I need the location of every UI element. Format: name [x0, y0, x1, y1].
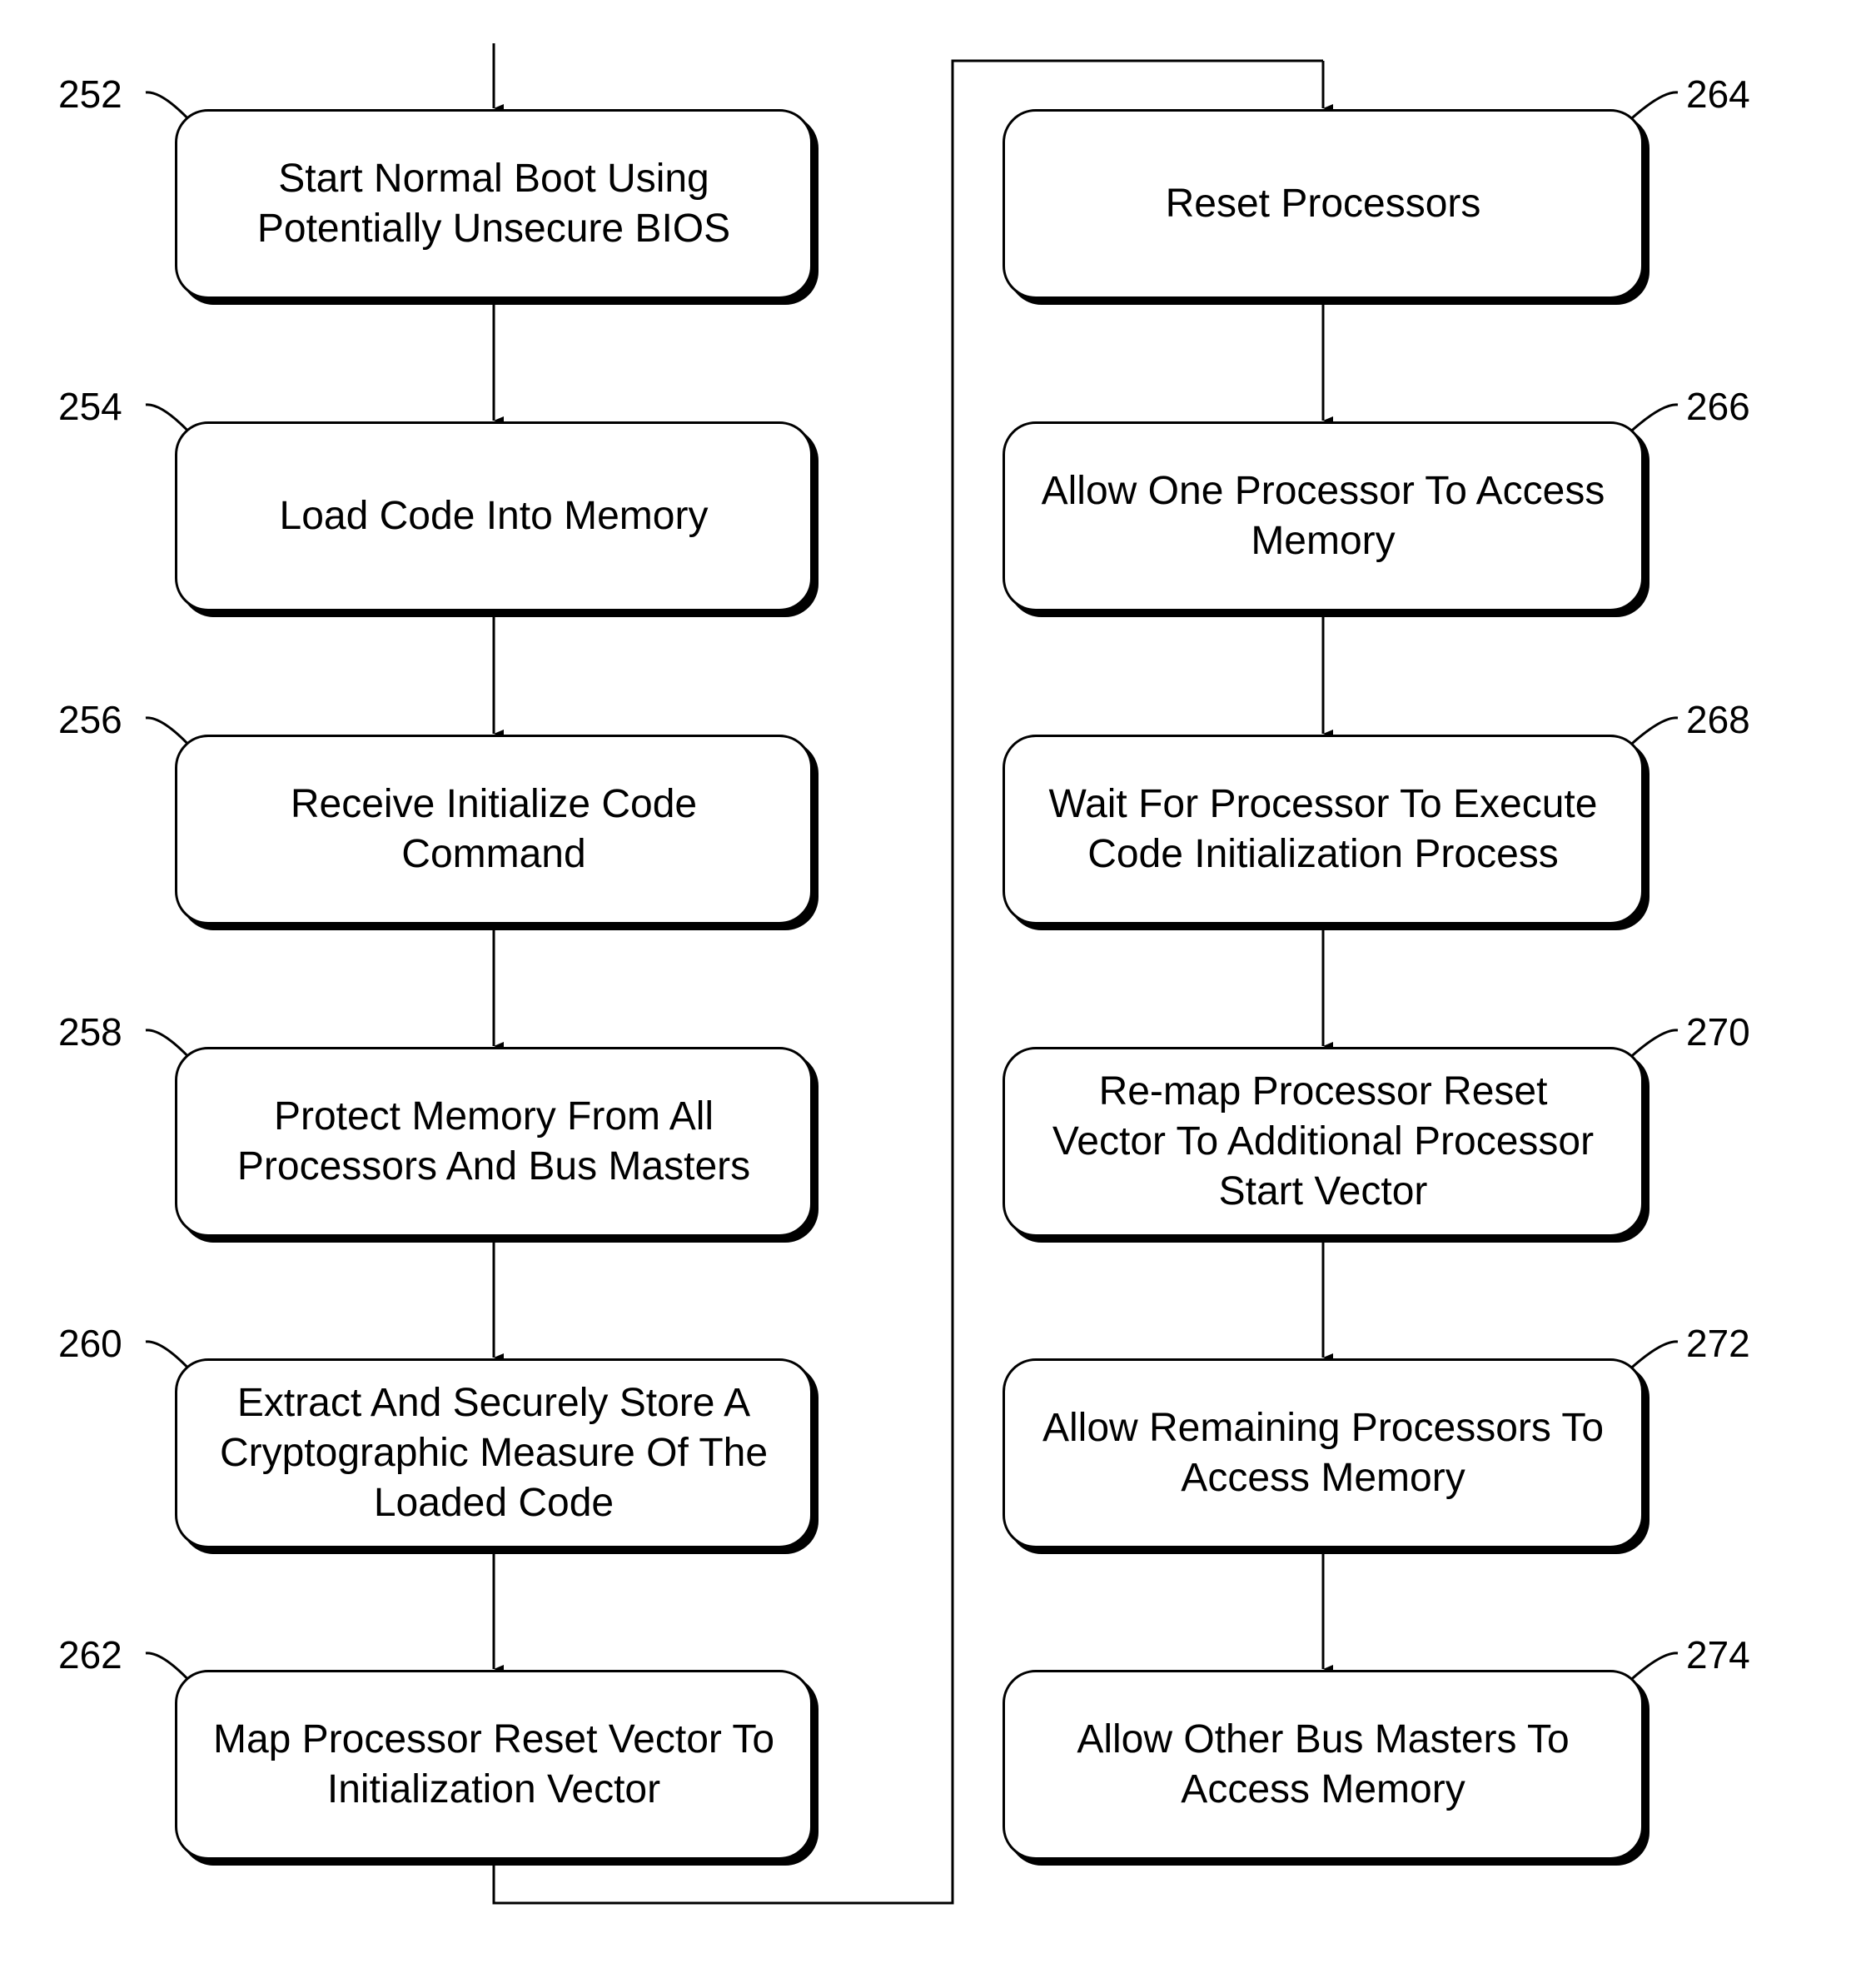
step-text: Receive Initialize Code Command — [290, 782, 698, 876]
reference-number-256: 256 — [58, 698, 122, 741]
reference-number-260: 260 — [58, 1322, 122, 1365]
process-step-258: Protect Memory From All Processors And B… — [175, 1047, 813, 1237]
reference-number-270: 270 — [1686, 1010, 1750, 1054]
reference-number-262: 262 — [58, 1633, 122, 1677]
connector-262-to-264 — [492, 59, 1323, 1905]
process-step-260: Extract And Securely Store A Cryptograph… — [175, 1358, 813, 1548]
process-step-270: Re-map Processor Reset Vector To Additio… — [1003, 1047, 1644, 1237]
process-step-262: Map Processor Reset Vector To Initializa… — [175, 1670, 813, 1860]
step-text: Extract And Securely Store A Cryptograph… — [219, 1381, 769, 1525]
process-step-272: Allow Remaining Processors To Access Mem… — [1003, 1358, 1644, 1548]
step-text: Re-map Processor Reset Vector To Additio… — [1052, 1069, 1595, 1213]
step-text: Load Code Into Memory — [279, 494, 709, 538]
reference-number-266: 266 — [1686, 385, 1750, 428]
reference-number-272: 272 — [1686, 1322, 1750, 1365]
process-step-266: Allow One Processor To Access Memory — [1003, 421, 1644, 611]
process-step-268: Wait For Processor To Execute Code Initi… — [1003, 735, 1644, 924]
reference-number-252: 252 — [58, 72, 122, 116]
reference-number-274: 274 — [1686, 1633, 1750, 1677]
process-step-274: Allow Other Bus Masters To Access Memory — [1003, 1670, 1644, 1860]
step-text: Allow Remaining Processors To Access Mem… — [1042, 1406, 1605, 1500]
step-text: Reset Processors — [1165, 182, 1481, 226]
step-text: Protect Memory From All Processors And B… — [236, 1094, 751, 1188]
reference-number-268: 268 — [1686, 698, 1750, 741]
step-text: Wait For Processor To Execute Code Initi… — [1048, 782, 1598, 876]
process-step-252: Start Normal Boot Using Potentially Unse… — [175, 109, 813, 299]
reference-number-258: 258 — [58, 1010, 122, 1054]
process-step-254: Load Code Into Memory — [175, 421, 813, 611]
step-text: Map Processor Reset Vector To Initializa… — [212, 1717, 775, 1811]
process-step-264: Reset Processors — [1003, 109, 1644, 299]
step-text: Allow One Processor To Access Memory — [1041, 469, 1605, 563]
reference-number-264: 264 — [1686, 72, 1750, 116]
process-step-256: Receive Initialize Code Command — [175, 735, 813, 924]
step-text: Allow Other Bus Masters To Access Memory — [1077, 1717, 1570, 1811]
step-text: Start Normal Boot Using Potentially Unse… — [256, 157, 731, 251]
reference-number-254: 254 — [58, 385, 122, 428]
